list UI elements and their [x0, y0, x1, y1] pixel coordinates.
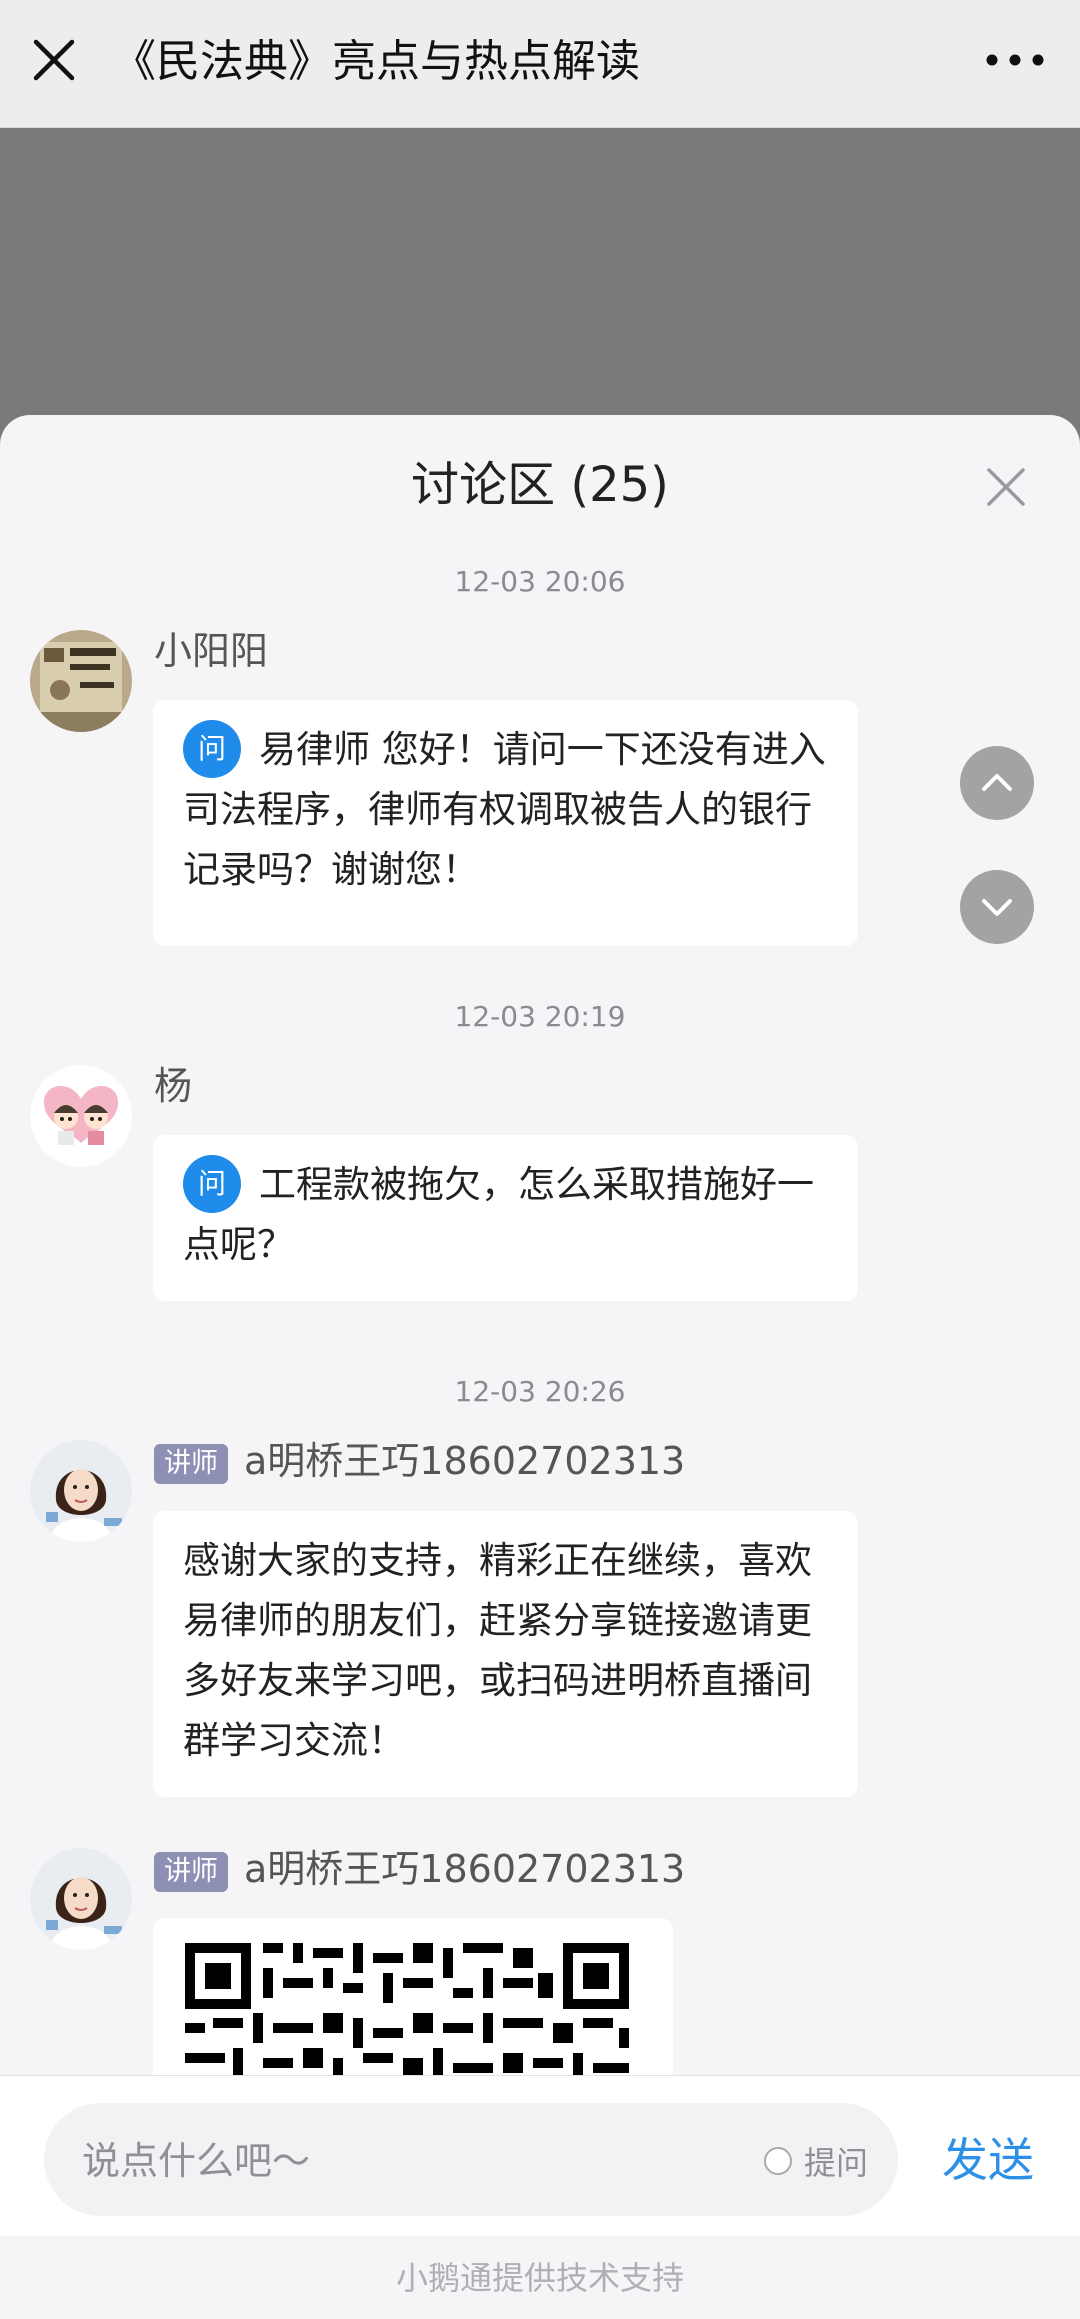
- message-bubble: 问易律师 您好！请问一下还没有进入司法程序，律师有权调取被告人的银行记录吗？谢谢…: [153, 700, 858, 946]
- discussion-title: 讨论区 (25): [411, 457, 669, 513]
- scroll-down-button[interactable]: [960, 870, 1034, 944]
- message-bubble: 感谢大家的支持，精彩正在继续，喜欢易律师的朋友们，赶紧分享链接邀请更多好友来学习…: [153, 1511, 858, 1797]
- lecturer-badge: 讲师: [154, 1851, 228, 1892]
- avatar[interactable]: [30, 630, 132, 732]
- lecturer-badge: 讲师: [154, 1443, 228, 1484]
- send-button[interactable]: 发送: [942, 2124, 1034, 2190]
- avatar[interactable]: [30, 1065, 132, 1167]
- comment-input-container: 提问: [44, 2103, 898, 2218]
- close-icon[interactable]: [28, 34, 80, 86]
- username-text: a明桥王巧18602702313: [244, 1439, 686, 1483]
- ask-question-label: 提问: [803, 2144, 868, 2182]
- scroll-up-button[interactable]: [960, 746, 1034, 820]
- username: 讲师 a明桥王巧18602702313: [154, 1430, 685, 1485]
- username-text: a明桥王巧18602702313: [244, 1847, 686, 1891]
- avatar[interactable]: [30, 1848, 132, 1950]
- question-badge: 问: [183, 1155, 241, 1213]
- avatar[interactable]: [30, 1440, 132, 1542]
- question-badge: 问: [183, 720, 241, 778]
- username: 讲师 a明桥王巧18602702313: [154, 1838, 685, 1893]
- ask-question-toggle[interactable]: 提问: [763, 2141, 868, 2182]
- message-timestamp: 12-03 20:06: [454, 565, 626, 598]
- username: 杨: [154, 1064, 193, 1108]
- close-icon[interactable]: [984, 465, 1028, 509]
- top-navigation-bar: 《民法典》亮点与热点解读: [0, 0, 1080, 128]
- message-timestamp: 12-03 20:26: [454, 1375, 626, 1408]
- more-dots-icon[interactable]: [980, 40, 1050, 80]
- message-timestamp: 12-03 20:19: [454, 1000, 626, 1033]
- discussion-panel: 讨论区 (25) 12-03 20:06 小阳阳 问易律师 您好！请问一下还没有…: [0, 415, 1080, 2319]
- message-text: 感谢大家的支持，精彩正在继续，喜欢易律师的朋友们，赶紧分享链接邀请更多好友来学习…: [183, 1539, 812, 1762]
- qr-code-image[interactable]: [153, 1918, 673, 2088]
- tech-support-footer: 小鹅通提供技术支持: [0, 2237, 1080, 2319]
- page-title: 《民法典》亮点与热点解读: [112, 36, 640, 87]
- message-text: 易律师 您好！请问一下还没有进入司法程序，律师有权调取被告人的银行记录吗？谢谢您…: [183, 728, 826, 891]
- chevron-up-icon: [982, 774, 1012, 791]
- message-bubble: 问工程款被拖欠，怎么采取措施好一点呢？: [153, 1135, 858, 1301]
- chevron-down-icon: [982, 899, 1012, 916]
- comment-input[interactable]: [80, 2103, 684, 2218]
- message-text: 工程款被拖欠，怎么采取措施好一点呢？: [183, 1163, 814, 1266]
- video-overlay-area: [0, 128, 1080, 418]
- username: 小阳阳: [154, 629, 269, 673]
- radio-circle-icon[interactable]: [763, 2147, 792, 2175]
- comment-input-bar: 提问 发送: [0, 2075, 1080, 2236]
